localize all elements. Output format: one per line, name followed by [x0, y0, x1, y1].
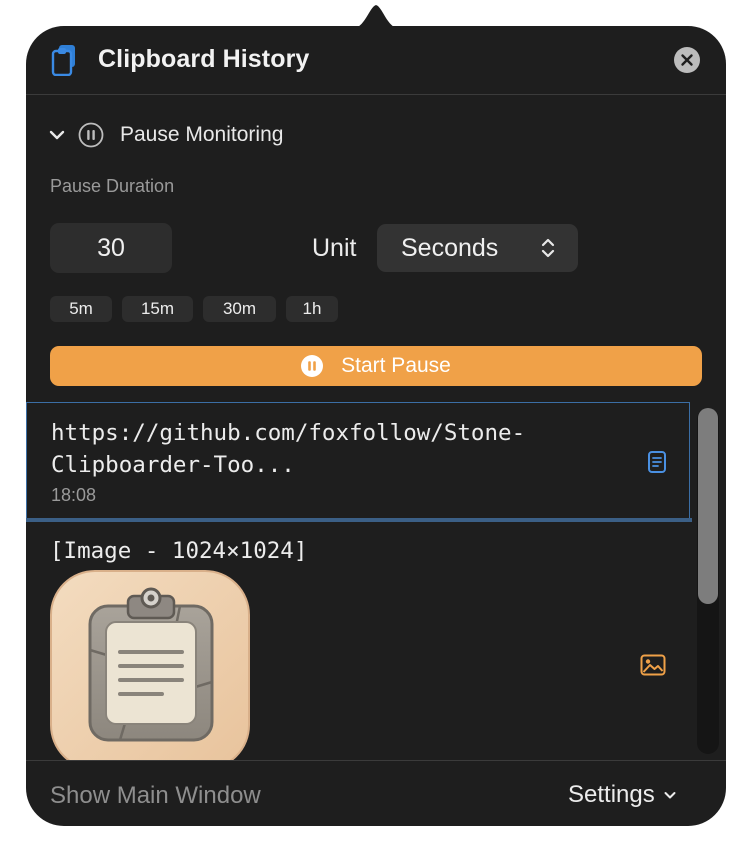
- duration-input[interactable]: [50, 223, 172, 273]
- item-image-title: [Image - 1024×1024]: [50, 538, 308, 564]
- preset-1h-button[interactable]: 1h: [286, 296, 338, 322]
- unit-label: Unit: [312, 234, 357, 262]
- document-icon: [648, 451, 666, 473]
- pause-duration-label: Pause Duration: [50, 176, 175, 196]
- footer: Show Main Window Settings: [26, 760, 726, 826]
- chevron-down-icon: [664, 792, 676, 799]
- pause-circle-icon: [78, 122, 104, 148]
- item-text-line: https://github.com/foxfollow/Stone-: [51, 420, 526, 446]
- list-item[interactable]: https://github.com/foxfollow/Stone- Clip…: [26, 402, 690, 518]
- pause-fill-icon: [301, 355, 324, 377]
- photo-icon: [640, 654, 666, 676]
- item-text: https://github.com/foxfollow/Stone- Clip…: [51, 417, 631, 481]
- close-button[interactable]: [674, 47, 700, 73]
- clipboard-popover: Clipboard History Pause Monitoring Pause…: [26, 26, 726, 826]
- pause-monitoring-label: Pause Monitoring: [120, 123, 284, 146]
- preset-15m-button[interactable]: 15m: [122, 296, 193, 322]
- unit-select[interactable]: Seconds: [377, 224, 578, 272]
- scrollbar-thumb[interactable]: [698, 408, 718, 604]
- clipboard-app-icon: [51, 45, 75, 76]
- clipboard-list: https://github.com/foxfollow/Stone- Clip…: [26, 402, 726, 760]
- preset-buttons: 5m 15m 30m 1h: [50, 296, 338, 322]
- clipboard-image-thumbnail: [50, 570, 250, 760]
- show-main-window-button[interactable]: Show Main Window: [50, 782, 261, 810]
- header: Clipboard History: [26, 26, 726, 95]
- item-timestamp: 18:08: [51, 485, 97, 505]
- window-title: Clipboard History: [98, 45, 310, 73]
- preset-5m-button[interactable]: 5m: [50, 296, 112, 322]
- pause-monitoring-toggle[interactable]: Pause Monitoring: [48, 120, 283, 150]
- chevron-down-icon: [49, 130, 65, 140]
- preset-30m-button[interactable]: 30m: [203, 296, 276, 322]
- start-pause-button[interactable]: Start Pause: [50, 346, 702, 386]
- settings-label: Settings: [568, 781, 655, 808]
- selection-bar: [26, 518, 692, 522]
- close-icon: [681, 54, 693, 66]
- start-pause-label: Start Pause: [341, 354, 451, 377]
- item-text-line: Clipboarder-Too...: [51, 452, 295, 478]
- updown-chevron-icon: [541, 238, 555, 258]
- unit-select-value: Seconds: [401, 234, 499, 262]
- settings-menu-button[interactable]: Settings: [568, 781, 677, 809]
